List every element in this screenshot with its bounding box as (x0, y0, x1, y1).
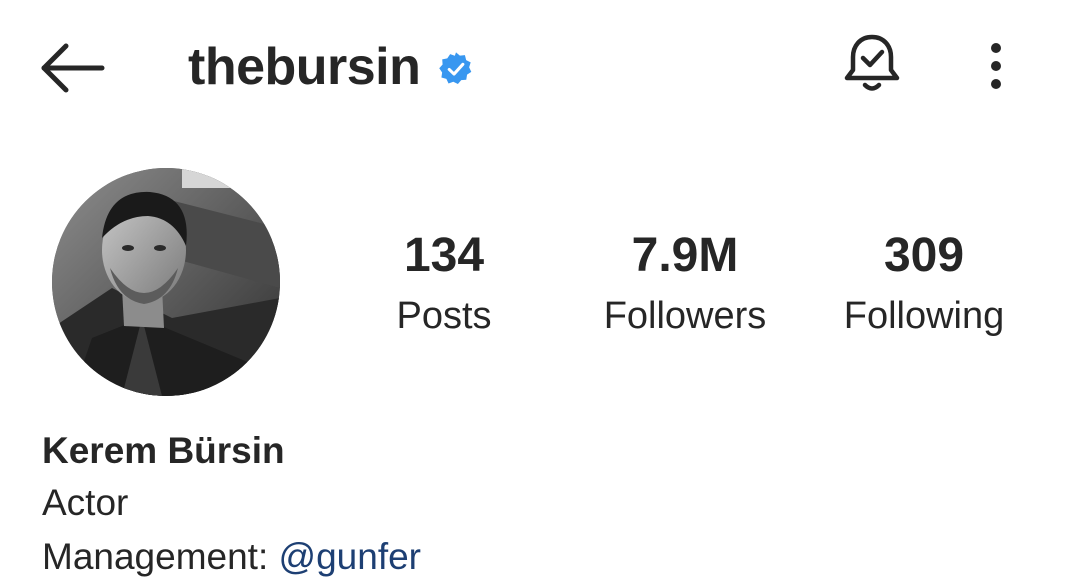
following-count: 309 (883, 229, 965, 282)
posts-count: 134 (403, 229, 485, 282)
following-label: Following (843, 295, 1005, 337)
bio-management-line: Management: @gunfer (42, 534, 421, 580)
username: thebursin (188, 38, 421, 96)
profile-full-name: Kerem Bürsin (42, 430, 285, 471)
bell-check-icon (836, 34, 908, 102)
posts-label: Posts (396, 295, 492, 337)
profile-category: Actor (42, 482, 129, 523)
followers-label: Followers (603, 295, 767, 337)
posts-stat[interactable]: 134 Posts (364, 226, 524, 346)
followers-count: 7.9M (631, 229, 739, 282)
verified-badge-icon (438, 47, 474, 87)
management-label: Management: (42, 536, 279, 577)
back-arrow-icon (38, 40, 110, 96)
following-stat[interactable]: 309 Following (824, 226, 1024, 346)
back-button[interactable] (38, 40, 110, 96)
more-vertical-icon (972, 43, 1020, 98)
more-options-button[interactable] (972, 38, 1020, 94)
followers-stat[interactable]: 7.9M Followers (580, 226, 790, 346)
profile-header: thebursin (188, 34, 474, 100)
management-mention-link[interactable]: @gunfer (279, 536, 421, 577)
profile-avatar[interactable] (52, 168, 280, 396)
notifications-button[interactable] (836, 30, 908, 98)
